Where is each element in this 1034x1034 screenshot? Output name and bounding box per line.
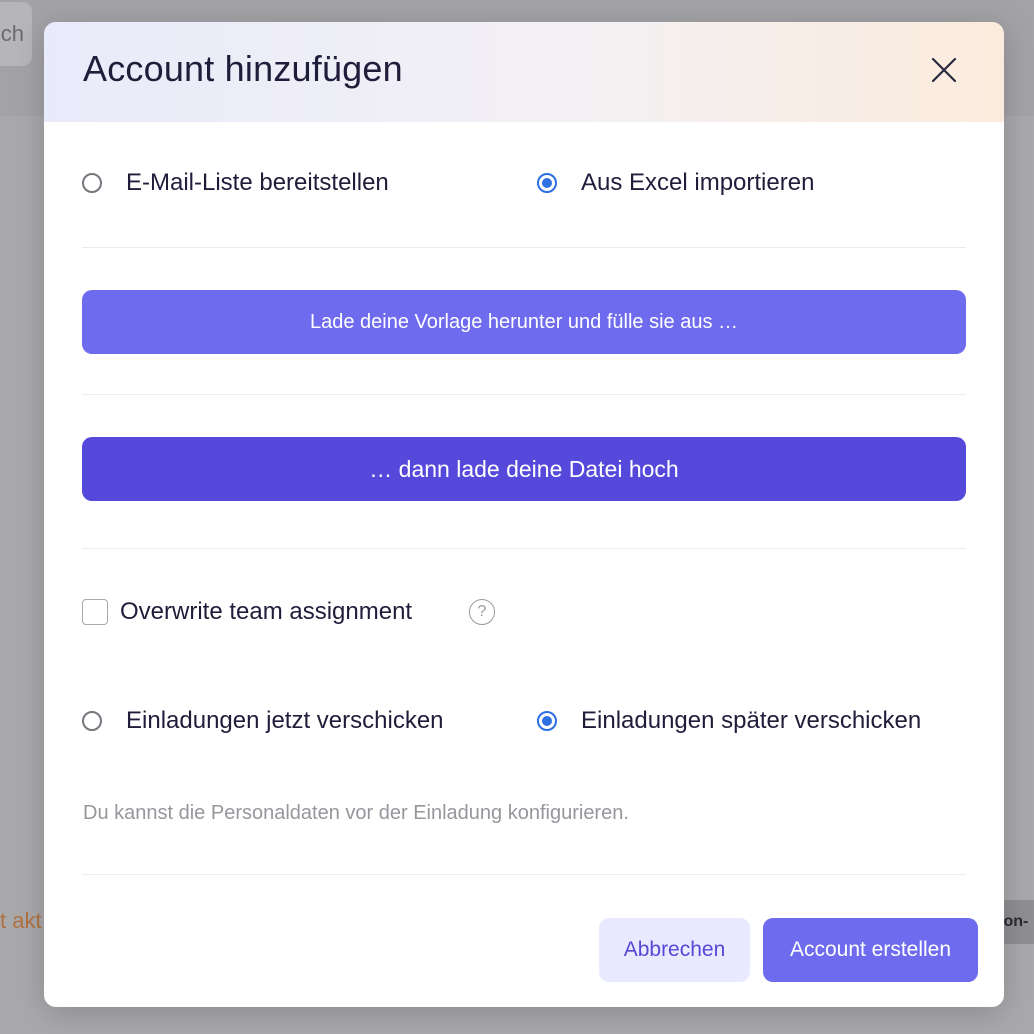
radio-invite-later[interactable] [537, 711, 557, 731]
option-email-list[interactable]: E-Mail-Liste bereitstellen [82, 169, 389, 197]
radio-excel-import[interactable] [537, 173, 557, 193]
option-invite-later-label: Einladungen später verschicken [581, 707, 922, 734]
option-invite-now-label: Einladungen jetzt verschicken [126, 707, 444, 734]
option-invite-now[interactable]: Einladungen jetzt verschicken [82, 707, 444, 735]
cancel-button[interactable]: Abbrechen [599, 918, 750, 982]
close-icon [931, 57, 957, 83]
add-account-dialog: Account hinzufügen E-Mail-Liste bereitst… [44, 22, 1004, 1007]
background-status-text: t akt [0, 908, 42, 933]
radio-email-list[interactable] [82, 173, 102, 193]
background-button: ch [0, 2, 32, 66]
help-icon[interactable]: ? [469, 599, 495, 625]
create-account-button[interactable]: Account erstellen [763, 918, 978, 982]
dialog-title: Account hinzufügen [83, 48, 403, 89]
divider [82, 874, 966, 875]
option-excel-import-label: Aus Excel importieren [581, 169, 815, 196]
option-invite-later[interactable]: Einladungen später verschicken [537, 707, 921, 735]
hint-text: Du kannst die Personaldaten vor der Einl… [83, 802, 629, 824]
divider [82, 247, 966, 248]
dialog-header: Account hinzufügen [44, 22, 1004, 122]
upload-file-button[interactable]: … dann lade deine Datei hoch [82, 437, 966, 501]
option-email-list-label: E-Mail-Liste bereitstellen [126, 169, 389, 196]
divider [82, 394, 966, 395]
divider [82, 548, 966, 549]
overwrite-team-option[interactable]: Overwrite team assignment [82, 598, 412, 626]
close-button[interactable] [928, 54, 960, 86]
overwrite-team-label: Overwrite team assignment [120, 598, 413, 625]
overwrite-team-checkbox[interactable] [82, 599, 108, 625]
radio-invite-now[interactable] [82, 711, 102, 731]
option-excel-import[interactable]: Aus Excel importieren [537, 169, 814, 197]
download-template-button[interactable]: Lade deine Vorlage herunter und fülle si… [82, 290, 966, 354]
